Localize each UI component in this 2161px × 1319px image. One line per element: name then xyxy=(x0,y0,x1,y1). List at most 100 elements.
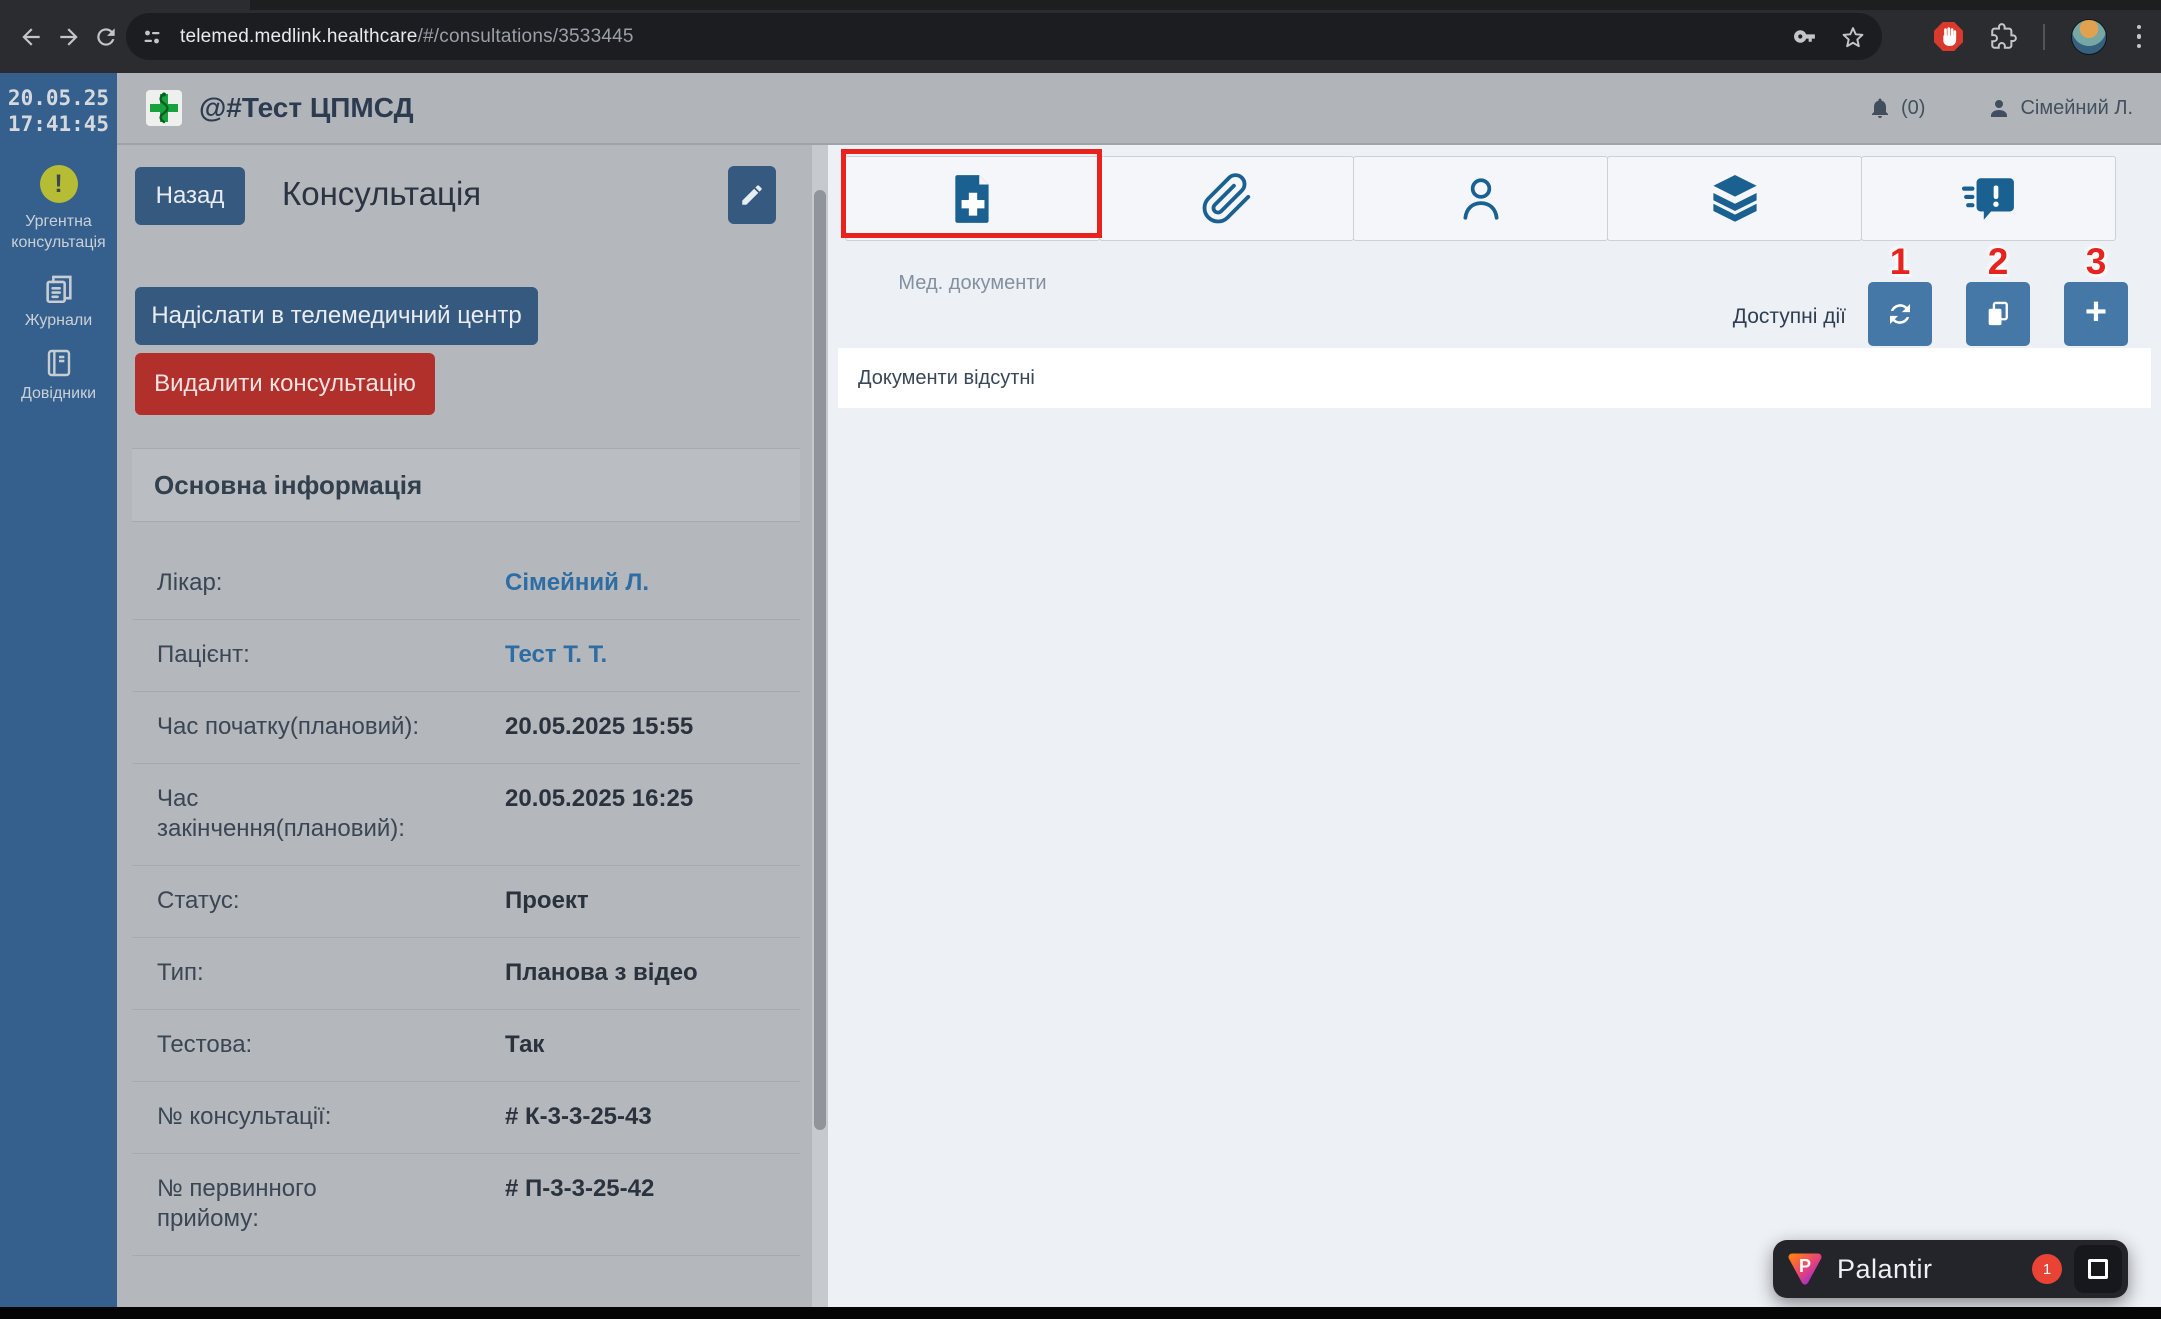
annotation-number-2: 2 xyxy=(1966,241,2030,283)
annotation-number-3: 3 xyxy=(2064,241,2128,283)
url-text: telemed.medlink.healthcare/#/consultatio… xyxy=(180,26,634,48)
browser-tab-strip xyxy=(0,0,2161,10)
journals-icon xyxy=(42,272,76,306)
field-label: Пацієнт: xyxy=(157,640,477,670)
info-row: Лікар: Сімейний Л. xyxy=(132,548,800,620)
sidebar-item-references[interactable]: Довідники xyxy=(0,347,117,403)
send-to-telemedicine-center-button[interactable]: Надіслати в телемедичний центр xyxy=(135,287,538,345)
reference-book-icon xyxy=(43,347,75,379)
sidebar: 20.05.25 17:41:45 ! Ургентна консультаці… xyxy=(0,73,117,1307)
sidebar-clock: 20.05.25 17:41:45 xyxy=(0,85,117,137)
notifications-count: (0) xyxy=(1901,97,1925,120)
app-title: @#Тест ЦПМСД xyxy=(199,92,414,124)
consultation-panel: Назад Консультація Надіслати в телемедич… xyxy=(117,145,812,1307)
clinic-logo-icon xyxy=(145,89,183,127)
medical-document-icon xyxy=(952,173,994,225)
info-row: Час закінчення(плановий): 20.05.2025 16:… xyxy=(132,764,800,866)
page-title: Консультація xyxy=(282,175,481,213)
chat-alert-icon xyxy=(1962,176,2016,222)
browser-forward-icon[interactable] xyxy=(56,24,82,50)
info-row: № консультації: # К-3-3-25-43 xyxy=(132,1082,800,1154)
sidebar-item-label: Ургентна консультація xyxy=(0,211,117,253)
clock-time: 17:41:45 xyxy=(0,111,117,137)
field-value[interactable]: Сімейний Л. xyxy=(477,568,649,598)
copy-document-button[interactable] xyxy=(1966,282,2030,346)
saved-passwords-key-icon[interactable] xyxy=(1793,24,1818,49)
documents-panel: Мед. документи Доступні дії 1 2 3 + Доку… xyxy=(828,145,2161,1307)
screen: telemed.medlink.healthcare/#/consultatio… xyxy=(0,0,2161,1319)
field-value: 20.05.2025 15:55 xyxy=(477,712,693,742)
browser-menu-icon[interactable] xyxy=(2133,21,2146,53)
user-menu-button[interactable]: Сімейний Л. xyxy=(1987,96,2133,120)
app-header: @#Тест ЦПМСД (0) Сімейний Л. xyxy=(117,73,2161,145)
tab-medical-documents[interactable] xyxy=(845,156,1100,241)
adblock-extension-icon[interactable] xyxy=(1933,21,1964,52)
urgent-exclamation-icon: ! xyxy=(40,165,78,203)
sidebar-item-urgent-consultation[interactable]: ! Ургентна консультація xyxy=(0,165,117,253)
scrollbar-thumb[interactable] xyxy=(814,190,826,1130)
delete-consultation-button[interactable]: Видалити консультацію xyxy=(135,353,435,415)
window-restore-icon xyxy=(2088,1259,2108,1279)
tab-patient[interactable] xyxy=(1353,156,1608,241)
user-name: Сімейний Л. xyxy=(2020,97,2133,120)
bookmark-star-icon[interactable] xyxy=(1840,24,1866,50)
info-row: Статус: Проект xyxy=(132,866,800,938)
palantir-badge: 1 xyxy=(2032,1254,2062,1284)
back-button[interactable]: Назад xyxy=(135,167,245,225)
field-label: Час закінчення(плановий): xyxy=(157,784,477,844)
clock-date: 20.05.25 xyxy=(0,85,117,111)
layers-icon xyxy=(1708,175,1762,223)
pencil-icon xyxy=(739,182,765,208)
url-path: /#/consultations/3533445 xyxy=(418,26,634,47)
browser-back-icon[interactable] xyxy=(18,24,44,50)
url-bar[interactable]: telemed.medlink.healthcare/#/consultatio… xyxy=(126,13,1882,60)
field-label: Тип: xyxy=(157,958,477,988)
sidebar-item-journals[interactable]: Журнали xyxy=(0,272,117,330)
site-settings-icon[interactable] xyxy=(140,25,164,49)
field-value: 20.05.2025 16:25 xyxy=(477,784,693,844)
field-label: № консультації: xyxy=(157,1102,477,1132)
panel-scrollbar xyxy=(812,145,828,1307)
field-value: Так xyxy=(477,1030,544,1060)
paperclip-icon xyxy=(1200,172,1254,226)
field-value: Проект xyxy=(477,886,589,916)
toolbar-divider xyxy=(2043,24,2045,50)
active-tab[interactable] xyxy=(0,0,250,10)
active-tab-label: Мед. документи xyxy=(845,272,1100,295)
palantir-title: Palantir xyxy=(1837,1254,1933,1285)
field-label: № первинного прийому: xyxy=(157,1174,477,1234)
window-restore-button[interactable] xyxy=(2074,1245,2122,1293)
user-icon xyxy=(1987,96,2011,120)
tab-layers[interactable] xyxy=(1607,156,1862,241)
notifications-button[interactable]: (0) xyxy=(1868,96,1925,120)
info-row: Час початку(плановий): 20.05.2025 15:55 xyxy=(132,692,800,764)
plus-icon: + xyxy=(2085,293,2107,331)
info-row: Пацієнт: Тест Т. Т. xyxy=(132,620,800,692)
sidebar-item-label: Довідники xyxy=(0,385,117,403)
field-label: Тестова: xyxy=(157,1030,477,1060)
field-value: Планова з відео xyxy=(477,958,698,988)
tab-attachments[interactable] xyxy=(1099,156,1354,241)
refresh-documents-button[interactable] xyxy=(1868,282,1932,346)
person-icon xyxy=(1456,174,1506,224)
bottom-black-bar xyxy=(0,1307,2161,1319)
browser-toolbar: telemed.medlink.healthcare/#/consultatio… xyxy=(0,0,2161,73)
add-document-button[interactable]: + xyxy=(2064,282,2128,346)
info-row: Тестова: Так xyxy=(132,1010,800,1082)
section-title: Основна інформація xyxy=(132,448,800,522)
palantir-logo-icon: P xyxy=(1785,1249,1825,1289)
tab-messages[interactable] xyxy=(1861,156,2116,241)
field-label: Статус: xyxy=(157,886,477,916)
browser-reload-icon[interactable] xyxy=(93,24,119,50)
main-info-card: Основна інформація Лікар: Сімейний Л. Па… xyxy=(132,448,800,1256)
field-value[interactable]: Тест Т. Т. xyxy=(477,640,607,670)
svg-text:P: P xyxy=(1799,1256,1811,1276)
field-value: # К-3-3-25-43 xyxy=(477,1102,652,1132)
bell-icon xyxy=(1868,96,1892,120)
info-rows: Лікар: Сімейний Л. Пацієнт: Тест Т. Т. Ч… xyxy=(132,522,800,1256)
browser-profile-avatar[interactable] xyxy=(2071,19,2107,55)
info-row: Тип: Планова з відео xyxy=(132,938,800,1010)
extensions-puzzle-icon[interactable] xyxy=(1990,23,2017,50)
edit-button[interactable] xyxy=(728,166,776,224)
palantir-widget[interactable]: P Palantir 1 xyxy=(1773,1240,2128,1298)
